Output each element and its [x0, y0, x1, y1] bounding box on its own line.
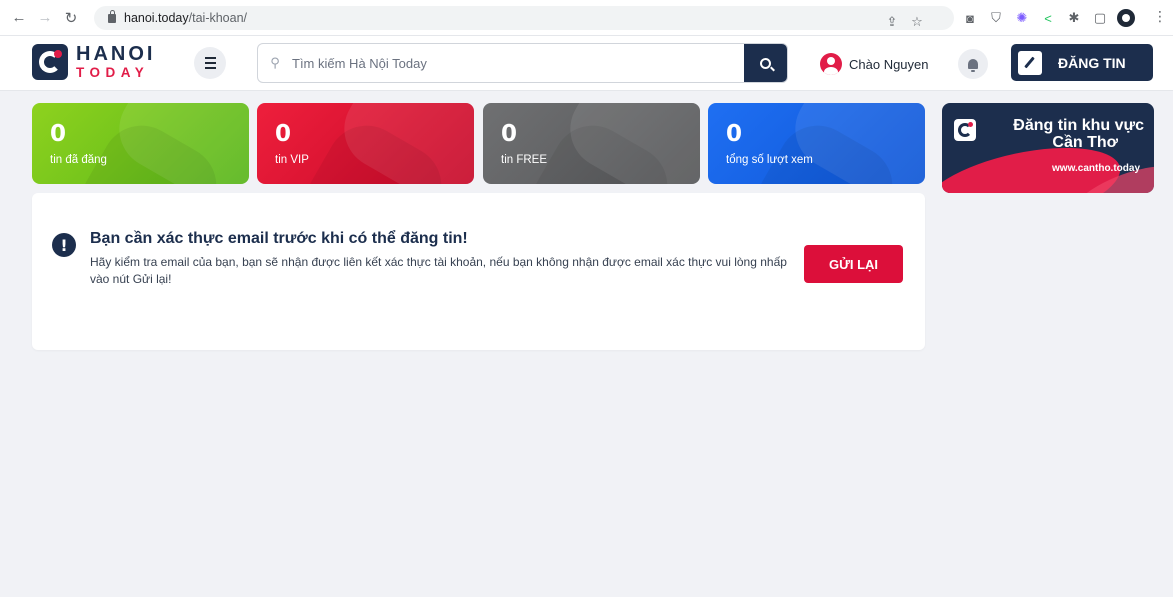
- search-icon: [760, 57, 771, 69]
- promo-title: Đăng tin khu vực: [1013, 117, 1144, 134]
- stat-value: 0: [50, 121, 67, 147]
- promo-logo-icon: [954, 119, 976, 141]
- side-panel-icon[interactable]: ▢: [1088, 6, 1112, 30]
- stat-card-posted[interactable]: 0 tin đã đăng: [32, 103, 249, 184]
- stat-card-free[interactable]: 0 tin FREE: [483, 103, 700, 184]
- stat-label: tin đã đăng: [50, 154, 107, 166]
- site-logo[interactable]: HANOI TODAY: [32, 44, 155, 80]
- stat-value: 0: [726, 121, 743, 147]
- promo-banner-cantho[interactable]: Đăng tin khu vực Cần Thơ www.cantho.toda…: [942, 103, 1154, 193]
- avatar: [820, 53, 842, 75]
- promo-url: www.cantho.today: [1052, 163, 1140, 174]
- address-bar[interactable]: hanoi.today/tai-khoan/ ⇪ ☆: [94, 6, 954, 30]
- logo-line2: TODAY: [76, 65, 150, 81]
- reload-icon[interactable]: ↻: [60, 7, 82, 29]
- camera-extension-icon[interactable]: ◙: [958, 6, 982, 30]
- share-extension-icon[interactable]: <: [1036, 6, 1060, 30]
- browser-menu-icon[interactable]: ⋮: [1153, 8, 1167, 25]
- stat-label: tin FREE: [501, 154, 548, 166]
- search-input[interactable]: [292, 44, 744, 82]
- search-bar: ⚲: [257, 43, 788, 83]
- post-listing-button[interactable]: ĐĂNG TIN: [1011, 44, 1153, 81]
- email-verification-alert: ! Bạn cần xác thực email trước khi có th…: [32, 193, 925, 350]
- stat-value: 0: [275, 121, 292, 147]
- user-menu[interactable]: Chào Nguyen: [820, 53, 929, 75]
- bookmark-star-icon[interactable]: ☆: [906, 10, 928, 34]
- stat-label: tổng số lượt xem: [726, 154, 813, 166]
- lock-icon: [108, 9, 116, 23]
- notification-bell-icon[interactable]: [958, 49, 988, 79]
- logo-line1: HANOI: [76, 43, 156, 66]
- browser-toolbar: ← → ↻ hanoi.today/tai-khoan/ ⇪ ☆ ◙ ⛉ ✺ <…: [0, 0, 1173, 36]
- user-greeting: Chào Nguyen: [849, 56, 929, 72]
- profile-icon[interactable]: [1114, 6, 1138, 30]
- alert-title: Bạn cần xác thực email trước khi có thể …: [90, 230, 468, 247]
- pencil-icon: [1018, 50, 1042, 75]
- url-path: /tai-khoan/: [188, 11, 248, 25]
- post-button-label: ĐĂNG TIN: [1058, 54, 1126, 71]
- search-key-icon: ⚲: [270, 55, 280, 70]
- resend-button[interactable]: GỬI LẠI: [804, 245, 903, 283]
- shield-extension-icon[interactable]: ⛉: [984, 6, 1008, 30]
- alert-body: Hãy kiểm tra email của bạn, bạn sẽ nhận …: [90, 255, 787, 286]
- url-host: hanoi.today: [124, 11, 189, 25]
- forward-arrow-icon[interactable]: →: [34, 7, 56, 29]
- stat-card-views[interactable]: 0 tổng số lượt xem: [708, 103, 925, 184]
- extensions-puzzle-icon[interactable]: ✱: [1062, 6, 1086, 30]
- exclamation-icon: !: [52, 233, 76, 257]
- share-icon[interactable]: ⇪: [881, 10, 903, 34]
- menu-hamburger-icon[interactable]: [194, 47, 226, 79]
- stat-value: 0: [501, 121, 518, 147]
- logo-mark-icon: [32, 44, 68, 80]
- promo-city: Cần Thơ: [1052, 134, 1118, 151]
- puzzle-color-extension-icon[interactable]: ✺: [1010, 6, 1034, 30]
- stat-label: tin VIP: [275, 154, 309, 166]
- back-arrow-icon[interactable]: ←: [8, 7, 30, 29]
- stat-card-vip[interactable]: 0 tin VIP: [257, 103, 474, 184]
- site-header: HANOI TODAY ⚲ Chào Nguyen ĐĂNG TIN: [0, 36, 1173, 91]
- search-button[interactable]: [744, 44, 787, 82]
